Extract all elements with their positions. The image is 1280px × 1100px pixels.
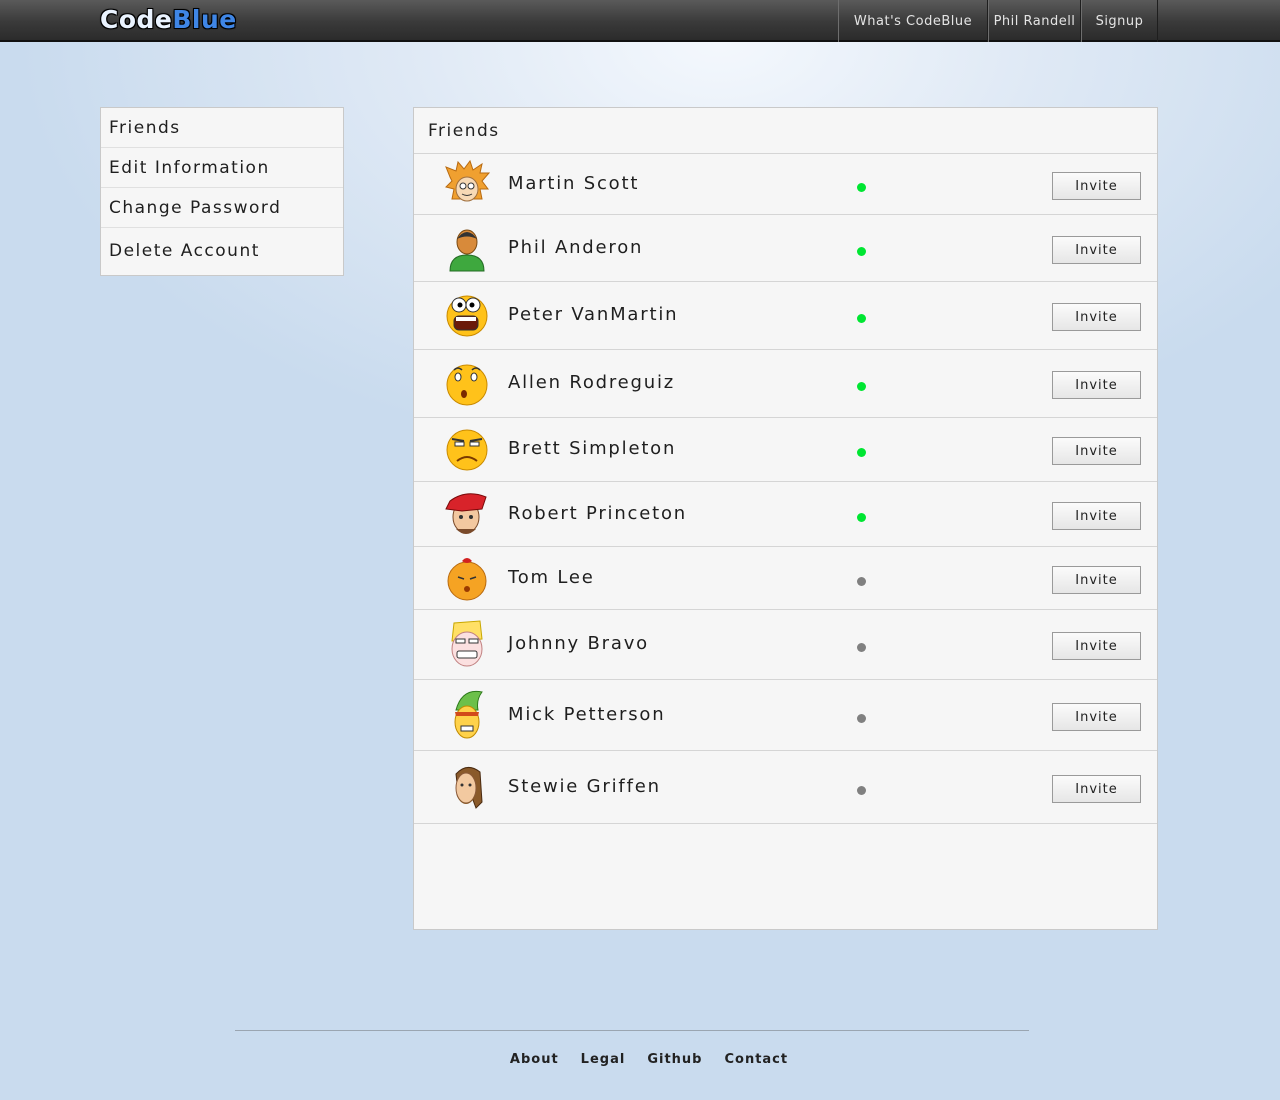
invite-button[interactable]: Invite [1052, 236, 1141, 264]
friend-list: Martin Scott Invite Phil Anderon Invite Pete… [414, 154, 1157, 824]
nav-user-profile[interactable]: Phil Randell [988, 0, 1081, 42]
friend-row: Mick Petterson Invite [414, 680, 1157, 751]
invite-button[interactable]: Invite [1052, 371, 1141, 399]
blond-grinning-avatar-icon [442, 619, 492, 669]
invite-button[interactable]: Invite [1052, 703, 1141, 731]
offline-status-dot [857, 577, 866, 586]
friend-name: Robert Princeton [508, 503, 687, 524]
friend-row: Peter VanMartin Invite [414, 282, 1157, 350]
sidebar-item-friends[interactable]: Friends [101, 108, 343, 148]
footer-link-legal[interactable]: Legal [581, 1052, 626, 1067]
friend-name: Martin Scott [508, 173, 640, 194]
online-status-dot [857, 247, 866, 256]
invite-button[interactable]: Invite [1052, 502, 1141, 530]
sidebar-item-delete-account[interactable]: Delete Account [101, 228, 343, 274]
account-sidebar: Friends Edit Information Change Password… [100, 107, 344, 276]
friend-name: Mick Petterson [508, 704, 666, 725]
codeblue-logo[interactable]: CodeBlue [100, 3, 237, 37]
friend-name: Brett Simpleton [508, 438, 677, 459]
friend-name: Allen Rodreguiz [508, 372, 676, 393]
top-nav: What's CodeBlue Phil Randell Signup [838, 0, 1158, 42]
logo-blue-text: Blue [172, 5, 237, 34]
friend-row: Martin Scott Invite [414, 154, 1157, 215]
shocked-smiley-avatar-icon [442, 290, 492, 340]
friend-row: Allen Rodreguiz Invite [414, 350, 1157, 418]
nav-signup[interactable]: Signup [1081, 0, 1158, 42]
friend-name: Stewie Griffen [508, 776, 661, 797]
sidebar-item-edit-information[interactable]: Edit Information [101, 148, 343, 188]
friend-name: Peter VanMartin [508, 304, 679, 325]
friend-name: Phil Anderon [508, 237, 644, 258]
online-status-dot [857, 513, 866, 522]
friend-row: Tom Lee Invite [414, 547, 1157, 610]
invite-button[interactable]: Invite [1052, 437, 1141, 465]
friend-row: Brett Simpleton Invite [414, 418, 1157, 482]
invite-button[interactable]: Invite [1052, 775, 1141, 803]
offline-status-dot [857, 643, 866, 652]
friends-panel: Friends Martin Scott Invite Phil Anderon In… [413, 107, 1158, 930]
friend-row: Robert Princeton Invite [414, 482, 1157, 547]
panel-title: Friends [414, 108, 1157, 154]
friend-name: Johnny Bravo [508, 633, 649, 654]
footer-link-github[interactable]: Github [647, 1052, 702, 1067]
offline-status-dot [857, 786, 866, 795]
sidebar-item-change-password[interactable]: Change Password [101, 188, 343, 228]
bearded-man-avatar-icon [442, 762, 492, 812]
online-status-dot [857, 314, 866, 323]
spiky-hair-cartoon-avatar-icon [442, 159, 492, 209]
logo-code-text: Code [100, 5, 173, 34]
friend-row: Stewie Griffen Invite [414, 751, 1157, 824]
footer-links: About Legal Github Contact [0, 1052, 1280, 1067]
top-bar: CodeBlue What's CodeBlue Phil Randell Si… [0, 0, 1280, 42]
person-silhouette-avatar-icon [442, 223, 492, 273]
green-hat-cartoon-avatar-icon [442, 690, 492, 740]
invite-button[interactable]: Invite [1052, 632, 1141, 660]
orange-face-avatar-icon [442, 553, 492, 603]
footer-link-contact[interactable]: Contact [724, 1052, 788, 1067]
surprised-smiley-avatar-icon [442, 358, 492, 408]
annoyed-smiley-avatar-icon [442, 424, 492, 474]
online-status-dot [857, 382, 866, 391]
friend-row: Johnny Bravo Invite [414, 610, 1157, 680]
invite-button[interactable]: Invite [1052, 566, 1141, 594]
friend-row: Phil Anderon Invite [414, 215, 1157, 282]
online-status-dot [857, 448, 866, 457]
offline-status-dot [857, 714, 866, 723]
friend-name: Tom Lee [508, 567, 595, 588]
footer-divider [235, 1030, 1029, 1031]
footer-link-about[interactable]: About [510, 1052, 559, 1067]
nav-whats-codeblue[interactable]: What's CodeBlue [838, 0, 988, 42]
invite-button[interactable]: Invite [1052, 303, 1141, 331]
online-status-dot [857, 183, 866, 192]
red-cap-cartoon-avatar-icon [442, 489, 492, 539]
invite-button[interactable]: Invite [1052, 172, 1141, 200]
